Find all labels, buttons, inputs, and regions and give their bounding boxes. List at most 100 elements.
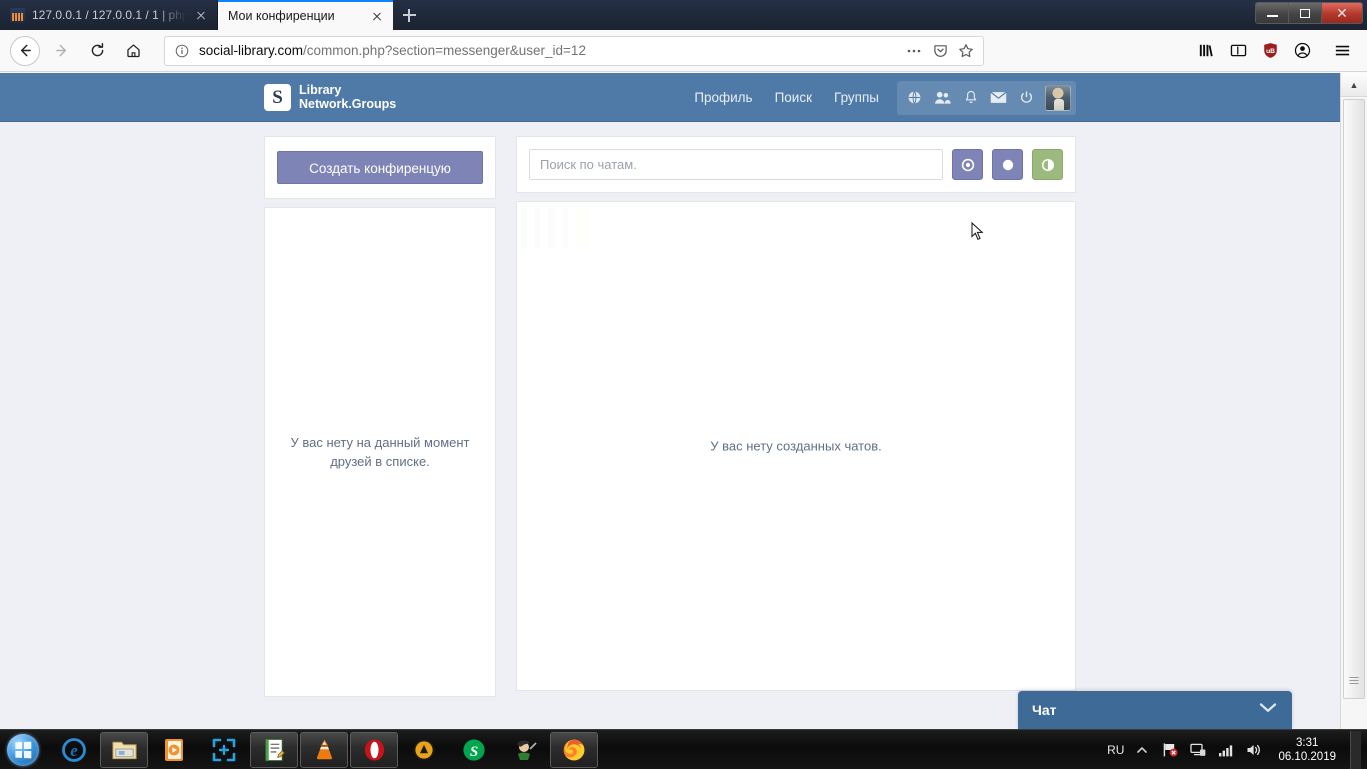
site-logo[interactable]: S Library Network.Groups: [264, 83, 397, 111]
pocket-icon[interactable]: [931, 42, 949, 60]
window-controls: ✕: [1255, 2, 1363, 24]
ellipsis-icon[interactable]: [905, 42, 923, 60]
page-info-icon[interactable]: [173, 42, 191, 60]
tab-close-icon[interactable]: [369, 8, 385, 24]
create-conference-button[interactable]: Создать конфиренцую: [277, 151, 483, 184]
site-header: S Library Network.Groups Профиль Поиск Г…: [0, 73, 1340, 122]
friends-icon[interactable]: [930, 85, 955, 111]
windows-taskbar: e S RU 3:31 06.10.2019: [0, 729, 1367, 769]
sidebar-icon[interactable]: [1223, 36, 1253, 66]
opera-browser-icon[interactable]: [350, 731, 398, 768]
system-tray: RU 3:31 06.10.2019: [1107, 730, 1367, 769]
internet-explorer-icon[interactable]: e: [50, 732, 98, 768]
chat-list-panel: У вас нету созданных чатов.: [516, 201, 1076, 691]
close-button[interactable]: ✕: [1322, 3, 1362, 23]
tab-close-icon[interactable]: [193, 7, 209, 23]
signal-bars-icon[interactable]: [1216, 740, 1236, 760]
windows-media-player-icon[interactable]: [150, 732, 198, 768]
friends-list-panel: У вас нету на данный момент друзей в спи…: [264, 207, 496, 697]
minimize-button[interactable]: [1256, 3, 1289, 23]
brand-text: Library Network.Groups: [299, 83, 397, 111]
globe-icon[interactable]: [902, 85, 927, 111]
vlc-media-player-icon[interactable]: [300, 731, 348, 768]
tab-title: Мои конфиренции: [228, 9, 335, 23]
chevron-up-icon[interactable]: [1132, 740, 1152, 760]
star-icon[interactable]: [957, 42, 975, 60]
page-scrollbar[interactable]: ▲: [1340, 73, 1367, 729]
loading-placeholder-icon: [521, 208, 589, 248]
chat-search-input[interactable]: [529, 149, 943, 180]
filled-circle-button[interactable]: [992, 149, 1023, 180]
volume-icon[interactable]: [1244, 740, 1264, 760]
nav-link-groups[interactable]: Группы: [834, 90, 879, 105]
nav-link-profile[interactable]: Профиль: [694, 90, 752, 105]
header-icon-group: [897, 80, 1076, 115]
file-explorer-icon[interactable]: [100, 731, 148, 768]
action-center-flag-icon[interactable]: [1160, 740, 1180, 760]
chat-widget-title: Чат: [1032, 702, 1057, 718]
page-content: Создать конфиренцую У вас нету на данный…: [264, 122, 1076, 697]
firefox-icon[interactable]: [550, 731, 598, 768]
chat-widget[interactable]: Чат: [1018, 691, 1292, 729]
web-page: S Library Network.Groups Профиль Поиск Г…: [0, 73, 1340, 729]
ublock-origin-icon[interactable]: uB: [1255, 36, 1285, 66]
scroll-up-button[interactable]: ▲: [1341, 73, 1367, 97]
screen: 127.0.0.1 / 127.0.0.1 / 1 | phpMy Мои ко…: [0, 0, 1367, 769]
url-path: /common.php?section=messenger&user_id=12: [303, 43, 586, 58]
new-tab-button[interactable]: [393, 0, 425, 30]
clock-date: 06.10.2019: [1278, 750, 1336, 763]
browser-toolbar-right: uB: [1191, 36, 1357, 66]
game-icon[interactable]: [500, 732, 548, 768]
menu-icon[interactable]: [1327, 36, 1357, 66]
show-desktop-button[interactable]: [1350, 730, 1361, 769]
create-conference-panel: Создать конфиренцую: [264, 136, 496, 199]
tab-title: 127.0.0.1 / 127.0.0.1 / 1 | phpMy: [32, 8, 186, 22]
contrast-circle-button[interactable]: [1032, 149, 1063, 180]
ammyy-admin-icon[interactable]: [400, 732, 448, 768]
skype-icon[interactable]: S: [450, 732, 498, 768]
tab-strip: 127.0.0.1 / 127.0.0.1 / 1 | phpMy Мои ко…: [0, 0, 1367, 30]
bell-icon[interactable]: [958, 85, 983, 111]
language-indicator[interactable]: RU: [1107, 743, 1124, 757]
nav-link-search[interactable]: Поиск: [775, 90, 812, 105]
account-icon[interactable]: [1287, 36, 1317, 66]
browser-tab-phpmyadmin[interactable]: 127.0.0.1 / 127.0.0.1 / 1 | phpMy: [0, 0, 218, 30]
site-nav: Профиль Поиск Группы: [694, 90, 897, 105]
chats-empty-message: У вас нету созданных чатов.: [710, 438, 882, 454]
navigation-toolbar: social-library.com/common.php?section=me…: [0, 30, 1367, 72]
brand-mark: S: [264, 84, 291, 111]
url-bar[interactable]: social-library.com/common.php?section=me…: [164, 35, 984, 66]
network-icon[interactable]: [1188, 740, 1208, 760]
chevron-down-icon[interactable]: [1258, 701, 1278, 719]
screenshot-tool-icon[interactable]: [200, 732, 248, 768]
scrollbar-track[interactable]: [1341, 97, 1367, 729]
home-icon[interactable]: [118, 36, 148, 66]
library-icon[interactable]: [1191, 36, 1221, 66]
power-icon[interactable]: [1014, 85, 1039, 111]
maximize-button[interactable]: [1289, 3, 1322, 23]
brand-line-1: Library: [299, 83, 342, 97]
record-circle-button[interactable]: [952, 149, 983, 180]
taskbar-items: e S: [50, 731, 598, 768]
url-text: social-library.com/common.php?section=me…: [199, 43, 897, 58]
scrollbar-grip: [1349, 677, 1359, 684]
svg-text:uB: uB: [1266, 48, 1275, 55]
forward-arrow-icon[interactable]: [46, 36, 76, 66]
browser-tab-conferences[interactable]: Мои конфиренции: [218, 0, 393, 30]
page-viewport: S Library Network.Groups Профиль Поиск Г…: [0, 73, 1367, 729]
svg-text:e: e: [70, 741, 78, 760]
chat-search-bar: [516, 136, 1076, 193]
taskbar-clock[interactable]: 3:31 06.10.2019: [1272, 736, 1342, 764]
phpmyadmin-icon: [10, 7, 25, 23]
back-arrow-icon[interactable]: [10, 35, 40, 66]
start-button[interactable]: [2, 731, 44, 769]
scrollbar-thumb[interactable]: [1343, 99, 1365, 699]
brand-line-2: Network.Groups: [299, 96, 397, 111]
url-host: social-library.com: [199, 43, 304, 58]
svg-text:S: S: [470, 744, 478, 760]
envelope-icon[interactable]: [986, 85, 1011, 111]
clock-time: 3:31: [1296, 736, 1319, 749]
reload-icon[interactable]: [82, 36, 112, 66]
notepad-editor-icon[interactable]: [250, 731, 298, 768]
user-avatar[interactable]: [1045, 84, 1071, 111]
